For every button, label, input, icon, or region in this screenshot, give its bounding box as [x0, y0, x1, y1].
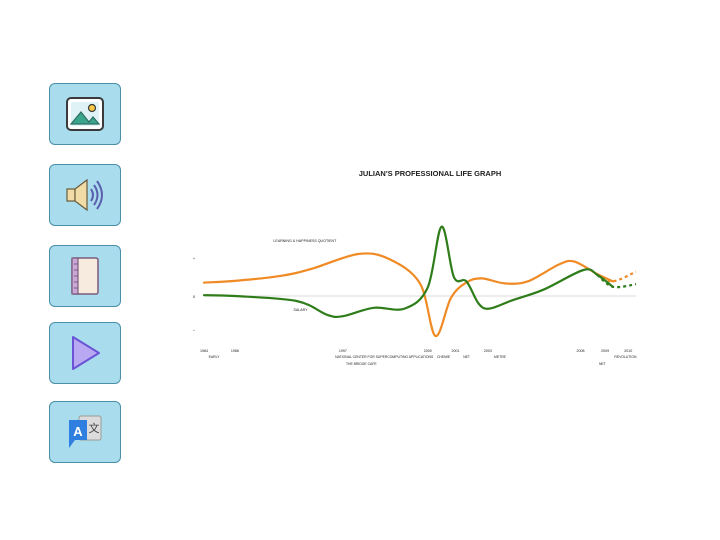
x-tick-label: 1986 — [231, 349, 239, 353]
period-label: EARLY — [209, 355, 221, 359]
translate-icon: A 文 — [69, 415, 102, 448]
x-tick-label: 2001 — [451, 349, 459, 353]
y-tick-mark: − — [193, 328, 196, 333]
series-label: SALARY — [293, 308, 308, 312]
period-label: REVOLUTION — [614, 355, 637, 359]
y-tick-mark: + — [193, 256, 196, 261]
life-graph-svg: JULIAN'S PROFESSIONAL LIFE GRAPH +0 − LEA… — [193, 169, 637, 366]
life-graph-chart: JULIAN'S PROFESSIONAL LIFE GRAPH +0 − LEA… — [190, 160, 640, 380]
period-label: NET — [599, 362, 606, 366]
speaker-icon — [66, 178, 103, 212]
series-label: LEARNING & HAPPINESS QUOTIENT — [273, 239, 337, 243]
period-label: CHEMIE — [437, 355, 451, 359]
x-tick-label: 1997 — [339, 349, 347, 353]
notebook-icon — [71, 257, 99, 295]
x-tick-label: 2003 — [484, 349, 492, 353]
period-label: NET — [463, 355, 470, 359]
translate-tool-button[interactable]: A 文 — [49, 401, 121, 463]
series-line-happiness — [202, 252, 614, 338]
x-tick-label: 2000 — [424, 349, 432, 353]
chart-title: JULIAN'S PROFESSIONAL LIFE GRAPH — [359, 169, 502, 178]
play-icon — [72, 336, 100, 370]
svg-text:A: A — [73, 424, 83, 439]
period-label: NATIONAL CENTER FOR SUPERCOMPUTING APPLI… — [335, 355, 434, 359]
period-label: METRE — [494, 355, 507, 359]
notes-tool-button[interactable] — [49, 245, 121, 307]
x-tick-label: 2010 — [624, 349, 632, 353]
svg-text:文: 文 — [89, 421, 100, 435]
audio-tool-button[interactable] — [49, 164, 121, 226]
video-tool-button[interactable] — [49, 322, 121, 384]
y-tick-mark: 0 — [193, 294, 196, 299]
period-label: THE BRIDGE CAFE — [346, 362, 377, 366]
image-tool-button[interactable] — [49, 83, 121, 145]
x-tick-label: 1984 — [200, 349, 208, 353]
x-tick-label: 2009 — [601, 349, 609, 353]
x-tick-label: 2008 — [576, 349, 584, 353]
image-icon — [66, 97, 104, 131]
